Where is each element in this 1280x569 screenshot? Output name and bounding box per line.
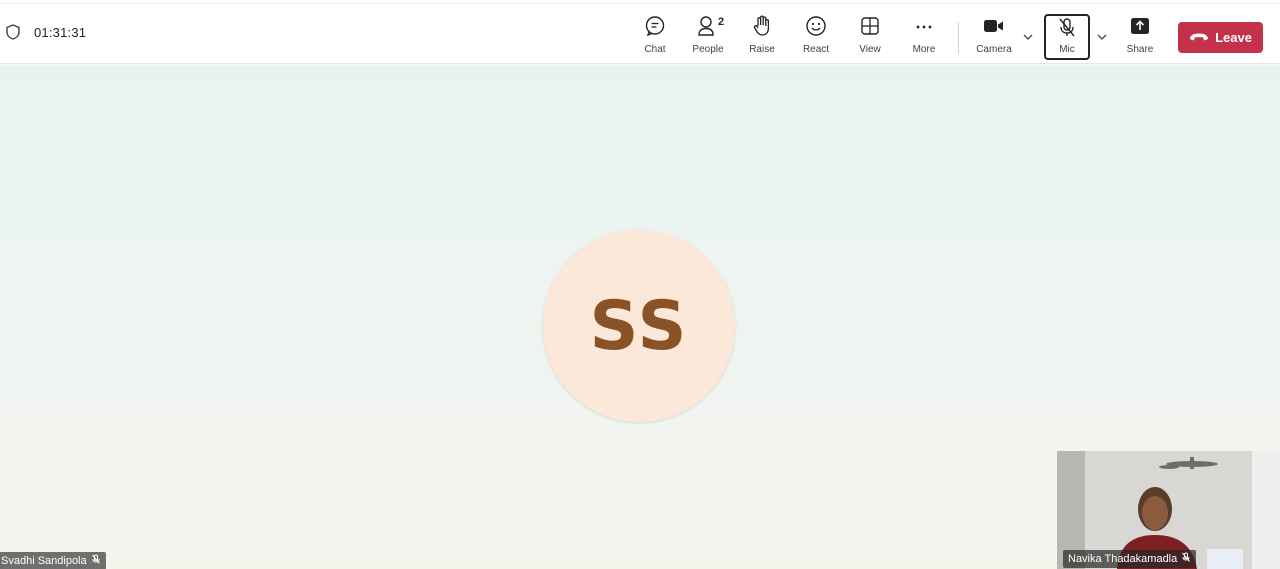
chat-icon bbox=[644, 14, 666, 38]
leave-button[interactable]: Leave bbox=[1178, 22, 1263, 53]
meeting-info: 01:31:31 bbox=[6, 24, 86, 40]
more-label: More bbox=[912, 44, 936, 55]
chat-label: Chat bbox=[644, 44, 666, 55]
people-label: People bbox=[692, 44, 724, 55]
mic-muted-icon bbox=[91, 554, 101, 568]
view-label: View bbox=[859, 44, 881, 55]
main-participant-name: Svadhi Sandipola bbox=[1, 555, 87, 567]
more-button[interactable]: More bbox=[900, 14, 948, 60]
mic-muted-icon bbox=[1181, 552, 1191, 566]
more-icon bbox=[914, 14, 934, 38]
pip-participant-name-tag: Navika Thadakamadla bbox=[1063, 550, 1197, 568]
toolbar-divider bbox=[958, 22, 959, 54]
avatar-initials: SS bbox=[589, 286, 689, 366]
mic-muted-icon bbox=[1057, 16, 1077, 40]
leave-label: Leave bbox=[1215, 30, 1252, 45]
react-label: React bbox=[802, 44, 830, 55]
view-icon bbox=[860, 14, 880, 38]
share-label: Share bbox=[1126, 44, 1154, 55]
chat-button[interactable]: Chat bbox=[631, 14, 679, 60]
main-participant-name-tag: Svadhi Sandipola bbox=[0, 552, 106, 569]
participant-avatar[interactable]: SS bbox=[543, 230, 735, 422]
mic-options-chevron-down-icon[interactable] bbox=[1095, 30, 1109, 44]
self-video-tile[interactable]: Navika Thadakamadla bbox=[1057, 451, 1280, 569]
camera-icon bbox=[983, 14, 1005, 38]
mic-button[interactable]: Mic bbox=[1044, 14, 1090, 60]
people-count-badge: 2 bbox=[718, 16, 725, 28]
camera-options-chevron-down-icon[interactable] bbox=[1021, 30, 1035, 44]
camera-label: Camera bbox=[976, 44, 1012, 55]
people-button[interactable]: 2 People bbox=[684, 14, 732, 60]
react-button[interactable]: React bbox=[792, 14, 840, 60]
meeting-toolbar: 01:31:31 Chat 2 People Raise React View bbox=[0, 4, 1280, 64]
share-button[interactable]: Share bbox=[1116, 14, 1164, 60]
pip-participant-name: Navika Thadakamadla bbox=[1068, 553, 1178, 565]
react-icon bbox=[805, 14, 827, 38]
phone-hangup-icon bbox=[1189, 30, 1209, 45]
view-button[interactable]: View bbox=[846, 14, 894, 60]
meeting-timer: 01:31:31 bbox=[34, 24, 87, 40]
camera-button[interactable]: Camera bbox=[970, 14, 1018, 60]
share-icon bbox=[1130, 14, 1150, 38]
mic-label: Mic bbox=[1059, 44, 1075, 55]
raise-label: Raise bbox=[749, 44, 775, 55]
people-icon: 2 bbox=[698, 14, 724, 38]
shield-icon[interactable] bbox=[6, 24, 20, 40]
raise-hand-icon bbox=[752, 14, 772, 38]
raise-hand-button[interactable]: Raise bbox=[738, 14, 786, 60]
